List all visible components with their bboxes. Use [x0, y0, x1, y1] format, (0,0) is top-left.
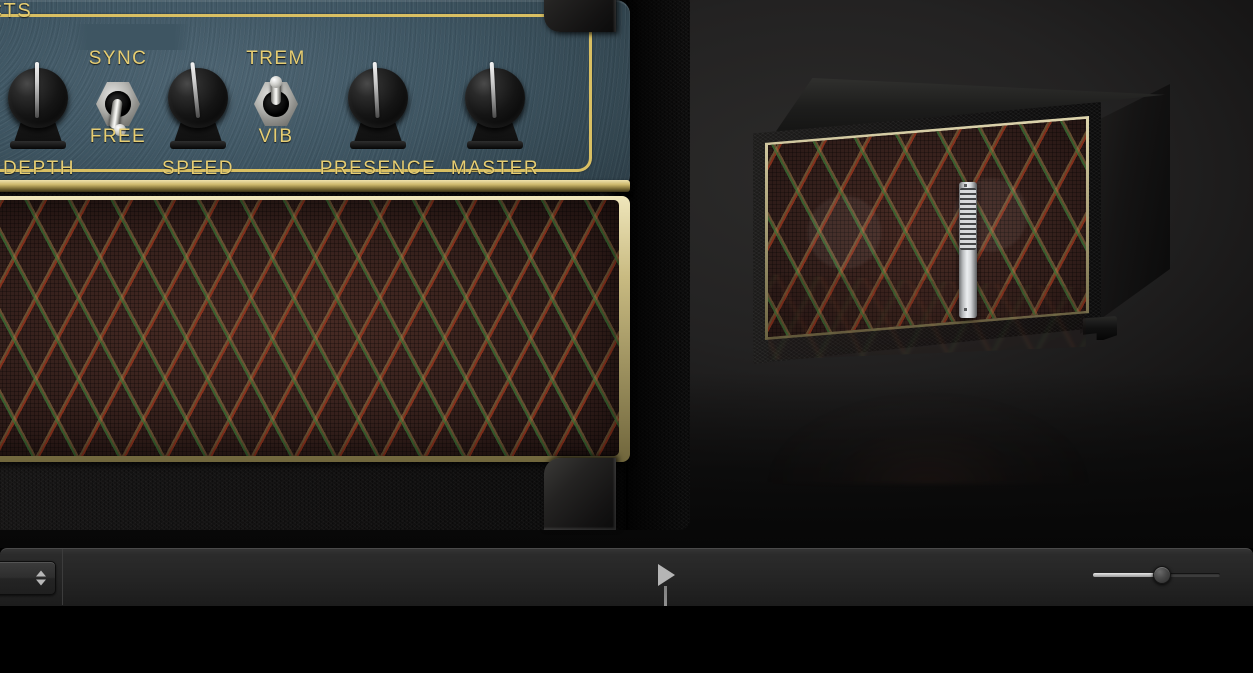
ribbon-microphone[interactable] — [955, 182, 981, 318]
stepper-arrows-icon — [36, 570, 46, 586]
amp-grille-frame — [0, 196, 630, 462]
microphone-bottom-screw-icon — [964, 308, 967, 311]
toolbar-divider — [62, 549, 63, 605]
amp-corner-protector-bottom-right — [544, 458, 616, 530]
bottom-toolbar: Cabinet: British 2x12 Mic: Ribbon 121 Ou… — [0, 548, 1253, 606]
amp-model-popup-truncated[interactable] — [0, 561, 56, 595]
knob-base-icon — [467, 141, 523, 149]
below-toolbar-area — [0, 606, 1253, 673]
speed-knob-label: SPEED — [162, 158, 234, 179]
panel-bottom-trim — [0, 180, 630, 192]
switch-vib-label: VIB — [258, 126, 294, 147]
depth-knob-label: DEPTH — [3, 158, 75, 179]
amp-right-shadow — [626, 0, 686, 530]
depth-knob[interactable] — [1, 56, 75, 152]
microphone-top-screw-icon — [964, 184, 967, 187]
master-knob-label: MASTER — [450, 158, 540, 179]
cabinet-foot — [1083, 316, 1117, 340]
switch-free-label: FREE — [89, 126, 147, 147]
microphone-grille-icon — [960, 188, 976, 250]
mic-position-marker-icon[interactable] — [658, 564, 675, 586]
knob-base-icon — [350, 141, 406, 149]
amp-designer-window: EFFECTS ON OFF DEPTH SYNC — [0, 0, 1253, 673]
effects-section-label: EFFECTS — [0, 0, 33, 22]
amp-control-panel: EFFECTS ON OFF DEPTH SYNC — [0, 0, 630, 190]
tremolo-sync-switch[interactable] — [92, 74, 144, 136]
amp-grille-cloth — [0, 200, 619, 456]
knob-base-icon — [10, 141, 66, 149]
presence-knob[interactable] — [341, 56, 415, 152]
amp-corner-protector-top-right — [544, 0, 616, 32]
tremolo-type-switch[interactable] — [250, 74, 302, 134]
knob-base-icon — [170, 141, 226, 149]
slider-thumb[interactable] — [1152, 566, 1171, 584]
switch-sync-label: SYNC — [88, 48, 148, 69]
cabinet-floor-reflection — [753, 364, 1103, 484]
toggle-tip-icon — [270, 76, 282, 88]
knob-pointer-icon — [35, 62, 39, 118]
output-slider[interactable] — [1093, 566, 1220, 584]
master-knob[interactable] — [458, 56, 532, 152]
switch-trem-label: TREM — [246, 48, 306, 69]
speed-knob[interactable] — [161, 56, 235, 152]
slider-track-filled — [1093, 573, 1162, 577]
amp-head: EFFECTS ON OFF DEPTH SYNC — [0, 0, 690, 530]
